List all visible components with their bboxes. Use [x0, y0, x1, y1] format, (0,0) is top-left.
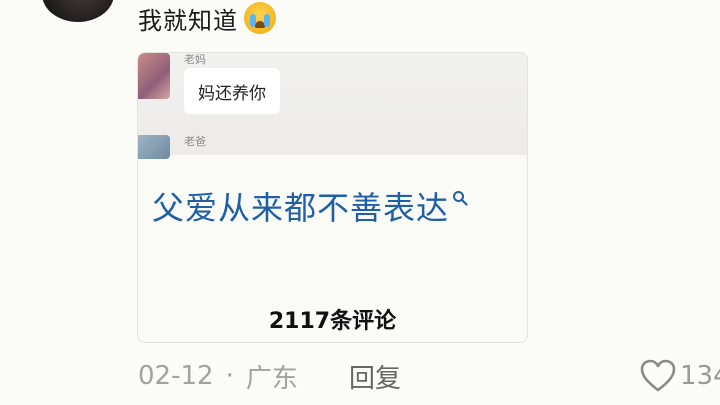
- search-suggestion-text: 父爱从来都不善表达: [152, 189, 450, 227]
- like-count: 134: [680, 361, 720, 391]
- comment-meta: 02-12 · 广东: [138, 358, 298, 394]
- comment-date: 02-12: [138, 361, 214, 391]
- dad-sender-name: 老爸: [184, 135, 206, 148]
- comment-text: 我就知道: [138, 6, 238, 35]
- search-icon: [453, 191, 468, 206]
- dad-chat-avatar: [138, 135, 170, 159]
- reply-button[interactable]: 回复: [349, 358, 401, 394]
- mom-message-bubble: 妈还养你: [184, 68, 280, 114]
- chat-screenshot-preview: 老妈 妈还养你 老爸: [138, 53, 527, 159]
- comment-body: 我就知道: [138, 0, 276, 36]
- comment-count: 2117条评论: [268, 309, 397, 334]
- shared-post-card[interactable]: 老妈 妈还养你 老爸 父爱从来都不善表达 2117条评论: [137, 52, 528, 343]
- user-avatar[interactable]: [42, 0, 114, 22]
- mom-sender-name: 老妈: [184, 53, 206, 66]
- crying-face-emoji-icon: [244, 2, 276, 34]
- search-suggestion-link[interactable]: 父爱从来都不善表达: [152, 183, 522, 229]
- comment-location: 广东: [245, 363, 298, 394]
- heart-icon: [640, 359, 676, 392]
- mom-chat-avatar: [138, 53, 170, 99]
- like-button[interactable]: 134: [640, 357, 720, 395]
- meta-separator: ·: [225, 361, 234, 391]
